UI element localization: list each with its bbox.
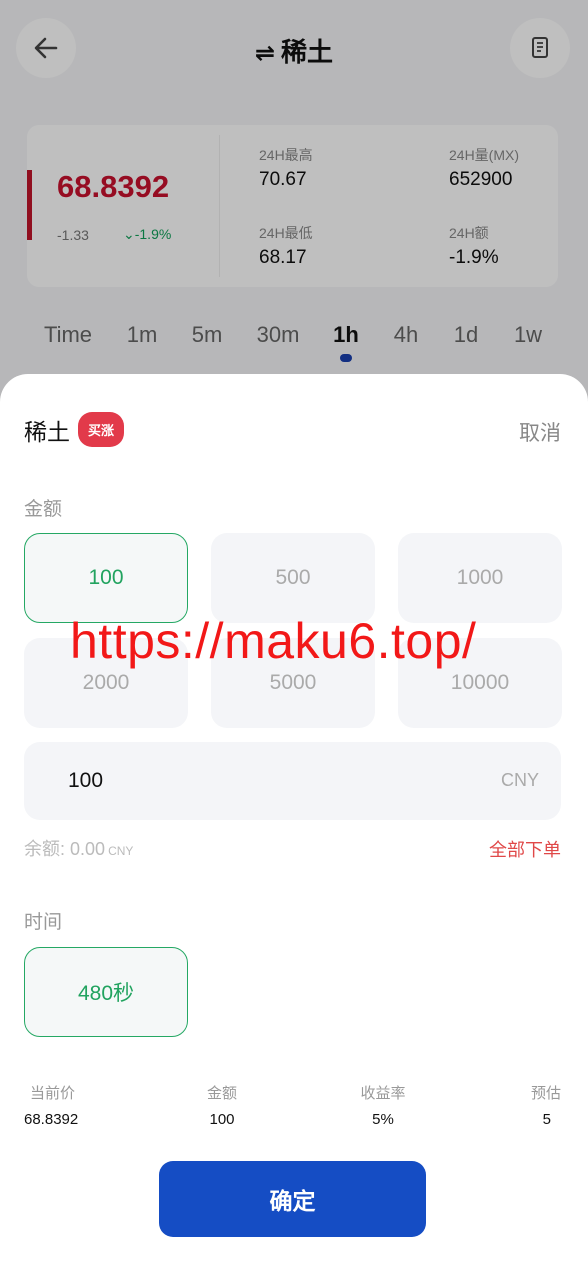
summary-price: 当前价 68.8392 <box>24 1082 78 1128</box>
balance-label: 余额: <box>24 839 66 859</box>
time-option-480s[interactable]: 480秒 <box>24 947 188 1037</box>
summary-estimate: 预估 5 <box>531 1082 561 1128</box>
summary-rate-label: 收益率 <box>360 1085 406 1102</box>
order-summary: 当前价 68.8392 金额 100 收益率 5% 预估 5 <box>24 1082 561 1132</box>
amount-unit: CNY <box>500 770 539 790</box>
summary-rate: 收益率 5% <box>358 1082 408 1128</box>
amount-option-1000[interactable]: 1000 <box>398 533 562 623</box>
confirm-button[interactable]: 确定 <box>159 1161 426 1237</box>
balance-value: 0.00 <box>70 839 106 859</box>
summary-amount: 金额 100 <box>202 1082 242 1128</box>
order-sheet: 稀土 买涨 取消 金额 100 500 1000 2000 5000 10000… <box>0 374 588 1269</box>
amount-option-100[interactable]: 100 <box>24 533 188 623</box>
direction-badge: 买涨 <box>78 412 125 447</box>
sheet-asset-name: 稀土 <box>24 418 70 445</box>
summary-rate-value: 5% <box>372 1111 394 1128</box>
amount-option-500[interactable]: 500 <box>211 533 375 623</box>
amount-section-label: 金额 <box>24 499 63 520</box>
sheet-header: 稀土 买涨 <box>24 412 125 447</box>
summary-price-label: 当前价 <box>30 1085 76 1102</box>
summary-amount-value: 100 <box>209 1111 235 1128</box>
summary-estimate-label: 预估 <box>530 1085 561 1102</box>
time-section-label: 时间 <box>24 912 63 933</box>
summary-price-value: 68.8392 <box>24 1111 79 1128</box>
watermark-url: https://maku6.top/ <box>70 613 477 669</box>
order-all-button[interactable]: 全部下单 <box>489 836 561 862</box>
amount-input-row: CNY <box>24 742 561 820</box>
cancel-button[interactable]: 取消 <box>519 417 561 447</box>
amount-input[interactable] <box>68 742 448 820</box>
balance-text: 余额: 0.00 CNY <box>24 835 133 861</box>
balance-unit: CNY <box>108 844 134 858</box>
summary-amount-label: 金额 <box>206 1085 237 1102</box>
summary-estimate-value: 5 <box>542 1111 551 1128</box>
